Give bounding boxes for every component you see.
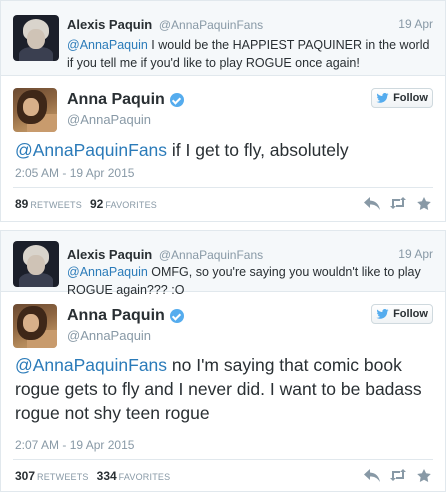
tweet-thread-2: Alexis Paquin @AnnaPaquinFans 19 Apr @An… — [0, 230, 446, 492]
avatar[interactable] — [13, 241, 59, 287]
author-block: Anna Paquin @AnnaPaquin — [67, 306, 184, 343]
follow-label: Follow — [393, 92, 428, 104]
favorites-label: FAVORITES — [118, 472, 171, 482]
author-handle[interactable]: @AnnaPaquin — [67, 328, 184, 343]
reply-timestamp[interactable]: 19 Apr — [398, 247, 433, 261]
follow-button[interactable]: Follow — [371, 88, 433, 108]
tweet-stats: 307 RETWEETS 334 FAVORITES — [15, 469, 178, 483]
reply-author-handle[interactable]: @AnnaPaquinFans — [159, 18, 263, 32]
avatar[interactable] — [13, 88, 57, 132]
retweet-count[interactable]: 307 — [15, 469, 35, 483]
author-block: Anna Paquin @AnnaPaquin — [67, 90, 184, 127]
reply-timestamp[interactable]: 19 Apr — [398, 17, 433, 31]
favorite-count[interactable]: 334 — [97, 469, 117, 483]
tweet-text: @AnnaPaquinFans no I'm saying that comic… — [15, 353, 435, 425]
in-reply-to-tweet[interactable]: Alexis Paquin @AnnaPaquinFans 19 Apr @An… — [0, 0, 446, 76]
twitter-bird-icon — [376, 93, 389, 103]
retweet-icon[interactable] — [389, 467, 407, 483]
main-tweet: Anna Paquin @AnnaPaquin Follow @AnnaPaqu… — [0, 292, 446, 492]
main-tweet: Anna Paquin @AnnaPaquin Follow @AnnaPaqu… — [0, 76, 446, 222]
favorites-label: FAVORITES — [105, 200, 157, 210]
mention-link[interactable]: @AnnaPaquinFans — [15, 355, 167, 375]
retweet-count[interactable]: 89 — [15, 197, 28, 211]
reply-text: @AnnaPaquin I would be the HAPPIEST PAQU… — [67, 36, 439, 72]
reply-header: Alexis Paquin @AnnaPaquinFans 19 Apr — [67, 17, 433, 33]
tweet-thread-1: Alexis Paquin @AnnaPaquinFans 19 Apr @An… — [0, 0, 446, 222]
favorite-count[interactable]: 92 — [90, 197, 103, 211]
follow-label: Follow — [393, 308, 428, 320]
author-handle[interactable]: @AnnaPaquin — [67, 112, 184, 127]
tweet-stats: 89 RETWEETS 92 FAVORITES — [15, 197, 165, 211]
mention-link[interactable]: @AnnaPaquin — [67, 38, 148, 52]
mention-link[interactable]: @AnnaPaquin — [67, 265, 148, 279]
verified-badge-icon — [169, 309, 184, 323]
tweet-timestamp[interactable]: 2:05 AM - 19 Apr 2015 — [15, 166, 134, 180]
retweets-label: RETWEETS — [37, 472, 89, 482]
tweet-actions — [363, 195, 433, 211]
reply-header: Alexis Paquin @AnnaPaquinFans 19 Apr — [67, 247, 433, 263]
retweet-icon[interactable] — [389, 195, 407, 211]
twitter-bird-icon — [376, 309, 389, 319]
avatar[interactable] — [13, 304, 57, 348]
reply-author-name[interactable]: Alexis Paquin — [67, 17, 152, 32]
verified-badge-icon — [169, 93, 184, 107]
divider — [13, 187, 433, 188]
reply-icon[interactable] — [363, 195, 381, 211]
reply-author-name[interactable]: Alexis Paquin — [67, 247, 152, 262]
tweet-text: @AnnaPaquinFans if I get to fly, absolut… — [15, 138, 435, 162]
retweets-label: RETWEETS — [30, 200, 82, 210]
author-name[interactable]: Anna Paquin — [67, 307, 165, 325]
reply-author-handle[interactable]: @AnnaPaquinFans — [159, 248, 263, 262]
in-reply-to-tweet[interactable]: Alexis Paquin @AnnaPaquinFans 19 Apr @An… — [0, 230, 446, 297]
star-icon[interactable] — [415, 467, 433, 483]
thread-separator — [0, 222, 446, 230]
star-icon[interactable] — [415, 195, 433, 211]
tweet-actions — [363, 467, 433, 483]
author-name[interactable]: Anna Paquin — [67, 91, 165, 109]
avatar[interactable] — [13, 15, 59, 61]
tweet-body: if I get to fly, absolutely — [167, 140, 349, 160]
mention-link[interactable]: @AnnaPaquinFans — [15, 140, 167, 160]
divider — [13, 459, 433, 460]
reply-icon[interactable] — [363, 467, 381, 483]
tweet-timestamp[interactable]: 2:07 AM - 19 Apr 2015 — [15, 438, 134, 452]
follow-button[interactable]: Follow — [371, 304, 433, 324]
